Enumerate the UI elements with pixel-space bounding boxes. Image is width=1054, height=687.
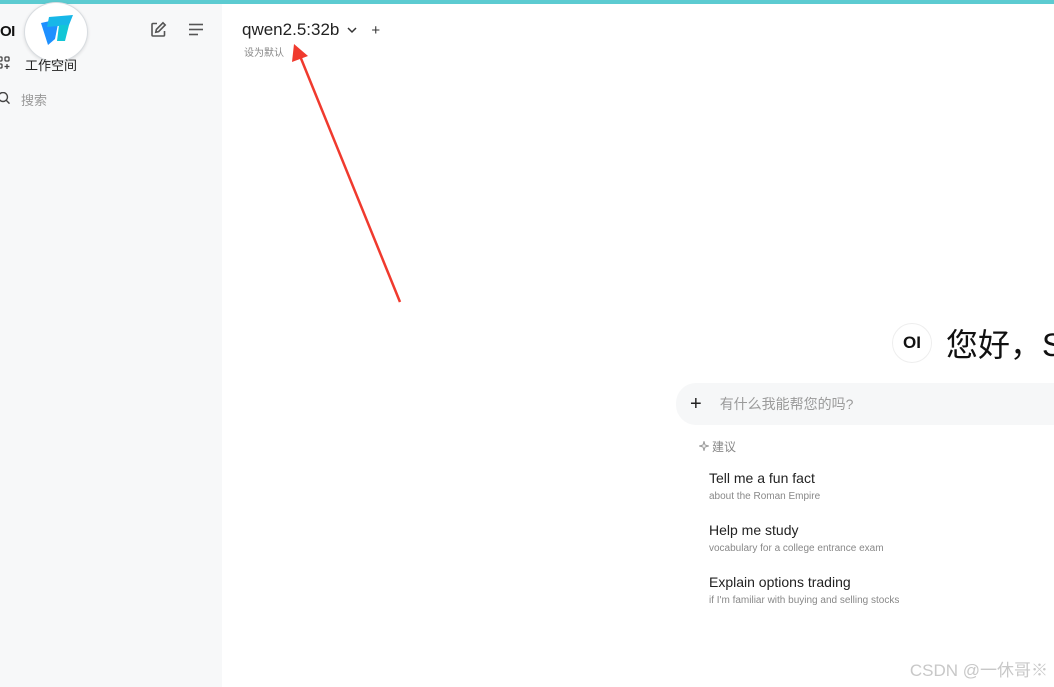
sparkle-icon [697, 439, 711, 454]
suggestion-subtitle: vocabulary for a college entrance exam [709, 543, 884, 554]
suggestion-title: Tell me a fun fact [709, 470, 815, 486]
suggestions-heading-label: 建议 [712, 440, 737, 454]
suggestion-item[interactable]: Explain options trading if I'm familiar … [709, 574, 899, 606]
greeting-text: 您好，S [946, 327, 1054, 363]
suggestion-item[interactable]: Tell me a fun fact about the Roman Empir… [709, 470, 820, 502]
suggestion-title: Explain options trading [709, 574, 851, 590]
suggestion-item[interactable]: Help me study vocabulary for a college e… [709, 522, 884, 554]
suggestions-heading: 建议 [697, 438, 737, 455]
greeting: OI 您好，S [892, 320, 1054, 366]
model-avatar: OI [892, 323, 932, 363]
suggestion-subtitle: if I'm familiar with buying and selling … [709, 595, 900, 606]
watermark: CSDN @一休哥※ [909, 661, 1048, 680]
chat-input-box[interactable]: + 有什么我能帮您的吗? [676, 383, 1054, 425]
suggestion-subtitle: about the Roman Empire [709, 491, 821, 502]
chat-input-placeholder[interactable]: 有什么我能帮您的吗? [720, 394, 854, 414]
suggestion-title: Help me study [709, 522, 799, 538]
attach-plus-icon[interactable]: + [690, 393, 702, 416]
